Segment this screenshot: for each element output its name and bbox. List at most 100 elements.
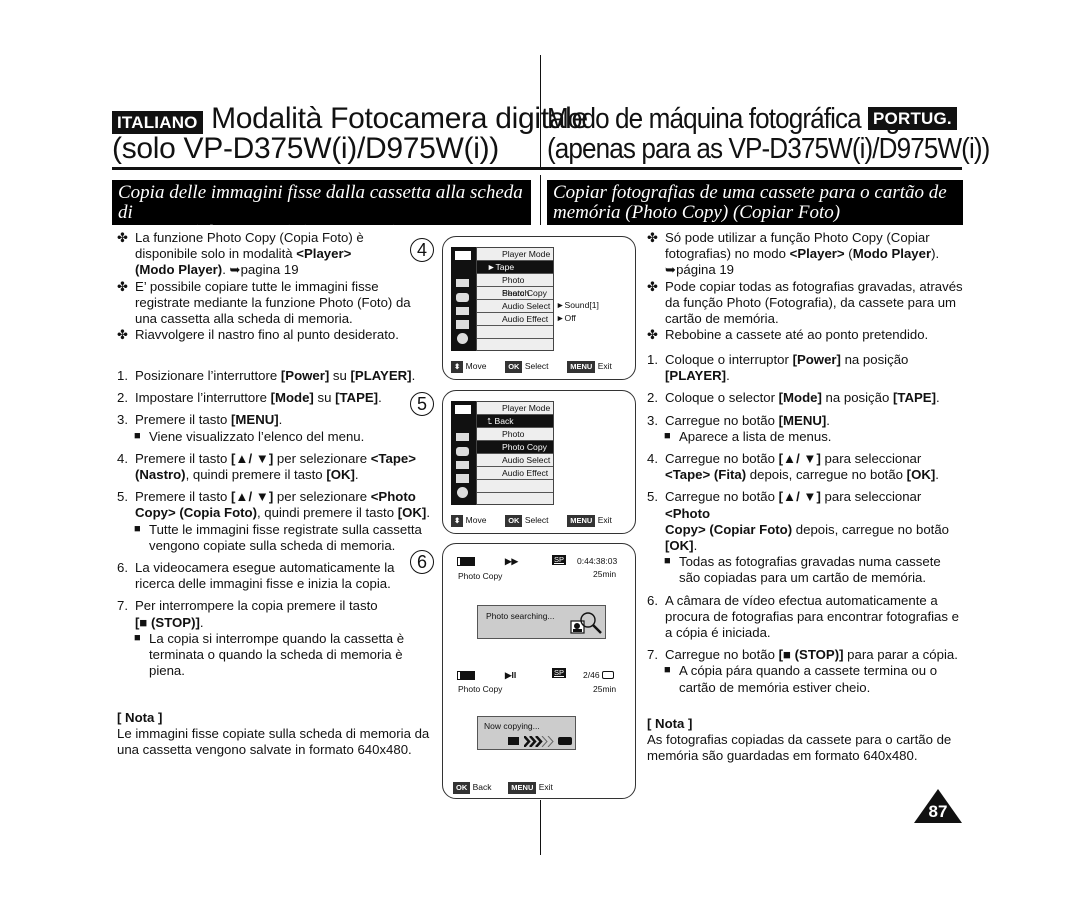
text: Per interrompere la copia premere il tas… bbox=[135, 598, 378, 614]
square-bullet-icon: ■ bbox=[134, 429, 141, 442]
text: . bbox=[411, 368, 416, 383]
text: [Power] bbox=[280, 368, 330, 383]
step-marker-6: 6 bbox=[410, 550, 434, 574]
memory-card-icon bbox=[558, 737, 572, 745]
text: per selezionare bbox=[273, 450, 371, 466]
bullet-icon: ✤ bbox=[647, 278, 659, 294]
battery-icon bbox=[457, 671, 475, 680]
menu-item-photo-copy[interactable]: Photo Copy bbox=[477, 441, 553, 454]
text: disponibile solo in modalità bbox=[135, 246, 297, 262]
text: Carregue no botão bbox=[665, 451, 779, 467]
menu-item-player-mode[interactable]: Player Mode bbox=[477, 402, 553, 415]
text: vengono copiate sulla scheda di memoria. bbox=[149, 537, 396, 553]
menu-item-audio-select[interactable]: Audio Select bbox=[477, 454, 553, 467]
page-ref-link[interactable]: pagina 19 bbox=[241, 262, 299, 277]
menu-item-photo-search[interactable]: Photo Search bbox=[477, 428, 553, 452]
step-5-note: ■ Tutte le immagini fisse registrate sull… bbox=[117, 522, 432, 554]
step-number: 5. bbox=[117, 489, 128, 505]
memory-card-icon bbox=[456, 461, 469, 469]
text: Modo Player bbox=[852, 246, 932, 262]
text: . bbox=[222, 262, 230, 278]
step-number: 7. bbox=[647, 647, 658, 663]
text: Coloque o selector bbox=[665, 390, 779, 406]
italian-title: Modalità Fotocamera digitale bbox=[211, 102, 588, 135]
text: depois, carregue no botão bbox=[746, 467, 907, 483]
menu-item-back[interactable]: ⮤ Back bbox=[477, 415, 553, 428]
page-ref-arrow-icon: ➥ bbox=[229, 262, 241, 278]
step-5: 5. Premere il tasto [▲/ ▼] per selezionar… bbox=[117, 489, 432, 521]
text: . bbox=[199, 614, 204, 630]
text: [MENU] bbox=[231, 412, 279, 428]
menu-panel: Player Mode ►Tape Photo Search Photo Cop… bbox=[476, 247, 554, 351]
step-number: 2. bbox=[647, 390, 658, 406]
text: A cópia pára quando a cassete termina ou… bbox=[679, 663, 938, 679]
note-text: memória são guardadas em formato 640x480… bbox=[647, 748, 918, 764]
text: depois, carregue no botão bbox=[792, 521, 950, 537]
text: Pode copiar todas as fotografias gravada… bbox=[665, 278, 963, 294]
text: Impostare l’interruttore bbox=[135, 390, 271, 406]
step-number: 4. bbox=[647, 451, 658, 467]
text: Só pode utilizar a função Photo Copy (Co… bbox=[665, 230, 930, 245]
text: <Tape> (Fita) bbox=[665, 467, 747, 483]
portuguese-subtitle-line1: Copiar fotografias de uma cassete para o… bbox=[553, 182, 947, 203]
menu-key: MENU bbox=[567, 361, 596, 373]
italian-subtitle-line1: Copia delle immagini fisse dalla cassett… bbox=[118, 182, 523, 223]
note-title: [ Nota ] bbox=[117, 710, 163, 725]
step-number: 6. bbox=[647, 592, 658, 608]
counter-text: 2/46 bbox=[583, 670, 600, 680]
photo-counter: 2/46 bbox=[583, 670, 614, 680]
menu-item-photo-copy[interactable]: Photo Copy bbox=[477, 287, 553, 300]
note-title: [ Nota ] bbox=[647, 716, 693, 731]
exit-label: Exit bbox=[597, 515, 612, 525]
menu-item-empty bbox=[477, 326, 553, 339]
text: Premere il tasto bbox=[135, 489, 232, 505]
ok-key: OK bbox=[453, 782, 471, 794]
text: procura de fotografias para encontrar fo… bbox=[665, 608, 959, 624]
select-label: Select bbox=[524, 361, 549, 371]
text: . bbox=[378, 390, 382, 406]
text: A câmara de vídeo efectua automaticament… bbox=[665, 592, 938, 608]
text: da função Photo (Fotografia), da cassete… bbox=[665, 294, 957, 310]
text: Copy> (Copia Foto) bbox=[135, 505, 257, 521]
menu-item-audio-effect[interactable]: Audio Effect bbox=[477, 467, 553, 480]
text: . bbox=[693, 538, 698, 554]
move-label: Move bbox=[465, 515, 487, 525]
step-number: 1. bbox=[117, 368, 128, 383]
step-4: 4. Premere il tasto [▲/ ▼] per selezionar… bbox=[117, 451, 432, 483]
portug-badge: PORTUG. bbox=[868, 107, 957, 130]
text: <Player> bbox=[296, 246, 352, 262]
play-pause-icon: ▶II bbox=[505, 670, 517, 680]
text: para parar a cópia. bbox=[843, 647, 958, 663]
italian-intro-item: ✤ Riavvolgere il nastro fino al punto de… bbox=[117, 327, 417, 343]
tv-icon bbox=[456, 474, 469, 483]
step-2: 2. Coloque o selector [Mode] na posição [… bbox=[647, 390, 969, 406]
text: [▲/ ▼] bbox=[778, 451, 821, 467]
text: [▲/ ▼] bbox=[778, 489, 821, 505]
menu-item-tape[interactable]: ►Tape bbox=[477, 261, 553, 274]
settings-icon bbox=[457, 487, 468, 498]
menu-item-audio-select[interactable]: Audio Select bbox=[477, 300, 553, 313]
text: Premere il tasto bbox=[135, 412, 232, 428]
portuguese-subtitle: Copiar fotografias de uma cassete para o… bbox=[547, 180, 963, 225]
text: [PLAYER] bbox=[350, 368, 412, 383]
screen-menu-tape: Player Mode ►Tape Photo Search Photo Cop… bbox=[442, 236, 636, 380]
portuguese-note: [ Nota ] As fotografias copiadas da cass… bbox=[647, 716, 972, 765]
page-ref-link[interactable]: página 19 bbox=[676, 262, 734, 277]
camera-icon bbox=[456, 293, 469, 302]
screen-menu-photo-copy: Player Mode ⮤ Back Photo Search Photo Co… bbox=[442, 390, 636, 534]
text: , quindi premere il tasto bbox=[185, 467, 327, 483]
remaining-time: 25min bbox=[593, 684, 617, 694]
portuguese-title-line2: (apenas para as VP-D375W(i)/D975W(i)) bbox=[547, 133, 990, 165]
step-5-note: ■ Todas as fotografias gravadas numa cass… bbox=[647, 554, 969, 586]
ok-key: OK bbox=[505, 361, 523, 373]
photo-search-icon bbox=[570, 612, 602, 634]
italian-title-line1: ITALIANO Modalità Fotocamera digitale bbox=[112, 103, 588, 135]
text: Tutte le immagini fisse registrate sulla… bbox=[149, 521, 422, 537]
tv-icon bbox=[456, 320, 469, 329]
text: . bbox=[278, 412, 283, 428]
text: para seleccionar bbox=[820, 489, 922, 505]
menu-item-player-mode[interactable]: Player Mode bbox=[477, 248, 553, 261]
menu-item-photo-search[interactable]: Photo Search bbox=[477, 274, 553, 298]
menu-item-audio-effect[interactable]: Audio Effect bbox=[477, 313, 553, 326]
select-label: Select bbox=[524, 515, 549, 525]
